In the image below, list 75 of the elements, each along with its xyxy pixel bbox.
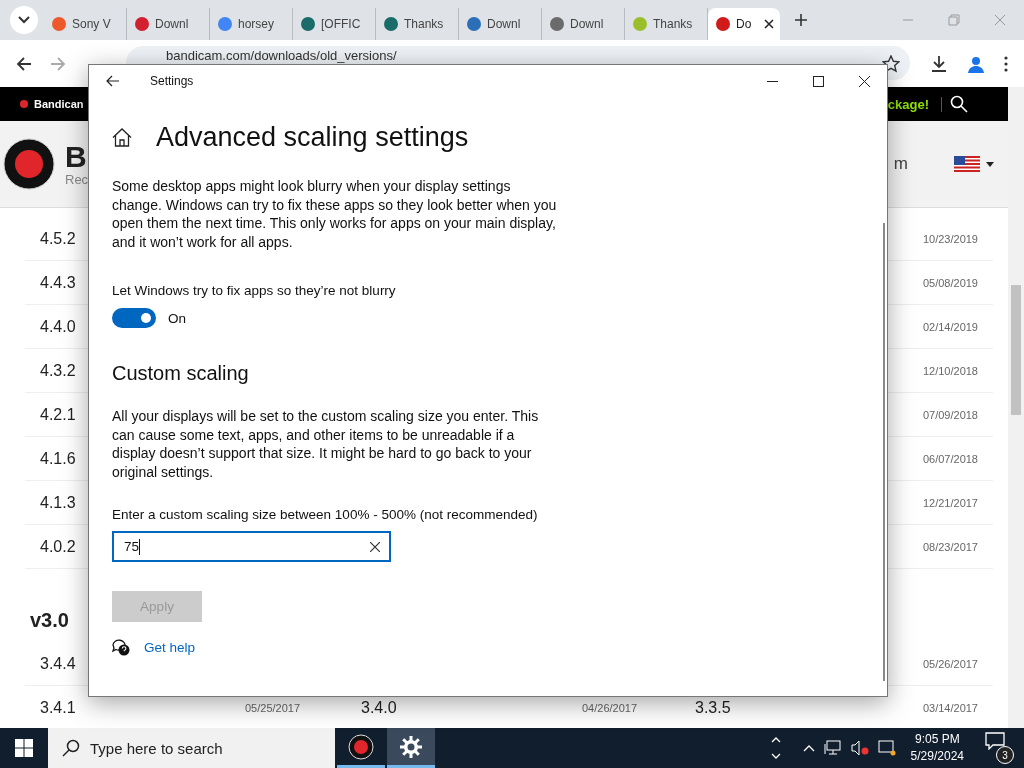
toggle-label: Let Windows try to fix apps so they’re not blurry bbox=[112, 283, 397, 298]
version-link[interactable]: 4.5.2 bbox=[40, 229, 76, 248]
logo-icon bbox=[3, 138, 55, 190]
release-date: 10/23/2019 bbox=[922, 232, 978, 245]
logo-subtext: Rec bbox=[65, 171, 89, 187]
scrollbar[interactable] bbox=[1008, 87, 1024, 728]
tab-search-button[interactable] bbox=[10, 6, 38, 34]
help-icon bbox=[112, 638, 130, 656]
browser-tab[interactable]: Do bbox=[708, 8, 780, 40]
toggle-state-text: On bbox=[168, 310, 186, 326]
home-icon[interactable] bbox=[112, 127, 132, 147]
back-icon[interactable] bbox=[16, 55, 32, 72]
search-icon[interactable] bbox=[950, 95, 968, 113]
record-icon bbox=[348, 733, 374, 760]
start-icon[interactable] bbox=[15, 739, 33, 757]
version-link[interactable]: 4.0.2 bbox=[40, 537, 76, 556]
menu-icon[interactable] bbox=[1004, 55, 1008, 72]
version-link[interactable]: 4.1.3 bbox=[40, 493, 76, 512]
version-link[interactable]: 3.4.4 bbox=[40, 654, 76, 673]
gear-icon bbox=[400, 735, 422, 758]
taskbar-app[interactable] bbox=[387, 728, 435, 768]
scaling-input-field[interactable]: 75 bbox=[112, 531, 391, 562]
release-date: 03/14/2017 bbox=[922, 701, 978, 714]
version-link[interactable]: 3.4.1 bbox=[40, 698, 76, 717]
caret-icon bbox=[18, 16, 30, 24]
clear-icon[interactable] bbox=[370, 541, 380, 552]
input-label: Enter a custom scaling size between 100% - 500% (not recommended) bbox=[112, 507, 539, 522]
release-date: 07/09/2018 bbox=[922, 408, 978, 421]
get-help-link[interactable]: Get help bbox=[144, 639, 196, 655]
version-link[interactable]: 4.4.3 bbox=[40, 273, 76, 292]
new-tab-icon[interactable] bbox=[794, 13, 808, 27]
warning-text: All your displays will be set to the custom scaling size you enter. This can cause some text, apps, and other items to be unreadable if a display doesn’t support that size. It might be hard to go back to your original settings. bbox=[112, 407, 540, 481]
clock[interactable]: 9:05 PM 5/29/2024 bbox=[910, 731, 964, 765]
scrollbar[interactable] bbox=[883, 223, 885, 681]
description-text: Some desktop apps might look blurry when your display settings change. Windows can try to fix these apps so they look better when you open them the next time. This only works for apps on your main display, and it won’t work for all apps. bbox=[112, 177, 557, 251]
network-icon[interactable] bbox=[823, 740, 842, 756]
star-icon[interactable] bbox=[882, 54, 900, 73]
release-date: 02/14/2019 bbox=[922, 320, 978, 333]
volume-muted-icon[interactable] bbox=[850, 740, 869, 756]
chevron-up-icon[interactable] bbox=[802, 744, 815, 752]
close-icon[interactable] bbox=[859, 75, 870, 87]
message-icon bbox=[985, 732, 1005, 750]
section-heading: v3.0 bbox=[30, 609, 69, 632]
version-link[interactable]: 4.4.0 bbox=[40, 317, 76, 336]
release-date: 05/08/2019 bbox=[922, 276, 978, 289]
logo-text: B bbox=[65, 141, 88, 172]
release-date: 08/23/2017 bbox=[922, 540, 978, 553]
toggle-switch[interactable] bbox=[112, 308, 156, 328]
section-heading: Custom scaling bbox=[112, 362, 250, 385]
taskbar-search-field[interactable]: Type here to search bbox=[48, 728, 335, 768]
release-date: 12/10/2018 bbox=[922, 364, 978, 377]
device-icon[interactable] bbox=[877, 740, 896, 756]
release-date: 05/25/2017 bbox=[245, 701, 301, 714]
notification-button[interactable]: 3 bbox=[979, 732, 1016, 764]
release-date: 05/26/2017 bbox=[922, 657, 978, 670]
header-text: m bbox=[893, 154, 908, 174]
caret-icon[interactable] bbox=[986, 161, 994, 167]
download-icon[interactable] bbox=[930, 54, 948, 73]
notification-count: 3 bbox=[996, 746, 1014, 764]
page-heading: Advanced scaling settings bbox=[156, 121, 469, 153]
site-brand[interactable]: Bandican bbox=[34, 98, 84, 110]
release-date: 04/26/2017 bbox=[582, 701, 638, 714]
release-date: 06/07/2018 bbox=[922, 452, 978, 465]
close-icon[interactable] bbox=[764, 19, 774, 29]
version-link[interactable]: 3.4.0 bbox=[361, 698, 397, 717]
release-date: 12/21/2017 bbox=[922, 496, 978, 509]
search-icon bbox=[62, 739, 80, 757]
version-link[interactable]: 4.2.1 bbox=[40, 405, 76, 424]
version-link[interactable]: 4.3.2 bbox=[40, 361, 76, 380]
record-icon bbox=[20, 100, 28, 108]
version-link[interactable]: 3.3.5 bbox=[695, 698, 731, 717]
back-icon[interactable] bbox=[106, 75, 120, 87]
maximize-icon[interactable] bbox=[813, 75, 824, 87]
version-link[interactable]: 4.1.6 bbox=[40, 449, 76, 468]
flag-icon[interactable] bbox=[954, 156, 980, 172]
